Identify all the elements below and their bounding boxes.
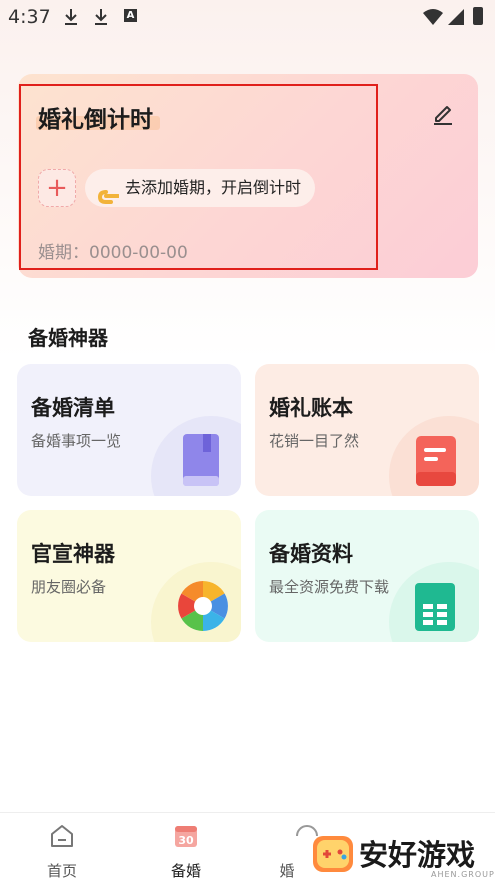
tool-card-ledger[interactable]: 婚礼账本 花销一目了然	[255, 364, 479, 496]
watermark-text: 安好游戏	[359, 838, 476, 872]
tool-subtitle: 朋友圈必备	[31, 578, 107, 596]
calendar-day: 30	[178, 834, 194, 847]
tool-title: 备婚资料	[269, 542, 353, 566]
section-title: 备婚神器	[28, 326, 108, 350]
status-time: 4:37	[8, 6, 51, 28]
tool-subtitle: 最全资源免费下载	[269, 578, 390, 596]
home-icon	[51, 825, 73, 847]
nav-item-home[interactable]: 首页	[17, 813, 107, 882]
spreadsheet-icon	[415, 583, 455, 631]
tool-card-announcement[interactable]: 官宣神器 朋友圈必备	[17, 510, 241, 642]
tool-title: 婚礼账本	[269, 396, 353, 420]
edit-icon[interactable]	[430, 100, 456, 126]
highlight-box	[19, 84, 378, 270]
tool-subtitle: 备婚事项一览	[31, 432, 122, 450]
nav-label: 备婚	[170, 862, 201, 880]
download-icon	[95, 9, 107, 25]
tool-card-resources[interactable]: 备婚资料 最全资源免费下载	[255, 510, 479, 642]
tool-card-checklist[interactable]: 备婚清单 备婚事项一览	[17, 364, 241, 496]
download-icon	[65, 9, 77, 25]
status-bar: 4:37 A	[0, 0, 495, 34]
tool-title: 官宣神器	[31, 542, 115, 566]
calendar-icon: 30	[175, 826, 197, 847]
battery-icon	[473, 7, 483, 25]
a-badge-icon: A	[124, 9, 137, 22]
signal-icon	[448, 9, 464, 25]
tool-title: 备婚清单	[31, 396, 115, 420]
watermark-subtext: AHEN.GROUP	[431, 870, 495, 879]
ledger-icon	[416, 436, 456, 486]
watermark: 安好游戏 AHEN.GROUP	[309, 826, 495, 881]
nav-item-prep[interactable]: 30 备婚	[141, 813, 231, 882]
gamepad-logo-icon	[313, 836, 353, 872]
wifi-icon	[423, 9, 443, 25]
nav-label: 首页	[46, 862, 77, 880]
tool-subtitle: 花销一目了然	[269, 432, 360, 450]
camera-aperture-icon	[178, 581, 228, 631]
book-icon	[183, 434, 219, 486]
